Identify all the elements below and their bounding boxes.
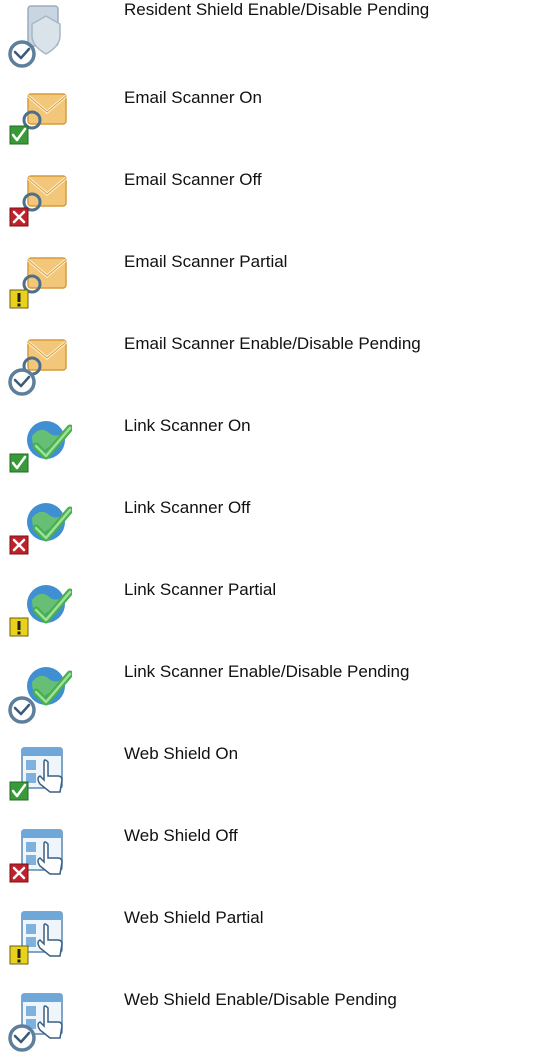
legend-label: Email Scanner Partial (124, 252, 288, 271)
legend-item-email-scanner-pending: Email Scanner Enable/Disable Pending (0, 328, 556, 396)
legend-label: Email Scanner Enable/Disable Pending (124, 334, 421, 353)
legend-label: Web Shield On (124, 744, 239, 763)
legend-label: Email Scanner Off (124, 170, 262, 189)
resident-shield-pending-icon (6, 2, 72, 68)
legend-label: Link Scanner On (124, 416, 251, 435)
link-scanner-on-icon (6, 412, 72, 478)
legend-label: Link Scanner Enable/Disable Pending (124, 662, 410, 681)
email-scanner-pending-icon (6, 330, 72, 396)
link-scanner-pending-icon (6, 658, 72, 724)
web-shield-off-icon (6, 822, 72, 888)
email-scanner-on-icon (6, 84, 72, 150)
legend-item-web-shield-on: Web Shield On (0, 738, 556, 801)
legend-item-web-shield-pending: Web Shield Enable/Disable Pending (0, 984, 556, 1052)
legend-label: Link Scanner Off (124, 498, 251, 517)
email-scanner-partial-icon (6, 248, 72, 314)
legend-item-email-scanner-partial: Email Scanner Partial (0, 246, 556, 309)
web-shield-on-icon (6, 740, 72, 806)
legend-item-link-scanner-partial: Link Scanner Partial (0, 574, 556, 637)
legend-item-resident-shield-pending: Resident Shield Enable/Disable Pending (0, 0, 556, 68)
legend-item-link-scanner-off: Link Scanner Off (0, 492, 556, 555)
web-shield-pending-icon (6, 986, 72, 1052)
legend-label: Email Scanner On (124, 88, 262, 107)
legend-label: Resident Shield Enable/Disable Pending (124, 0, 430, 19)
email-scanner-off-icon (6, 166, 72, 232)
web-shield-partial-icon (6, 904, 72, 970)
legend-item-web-shield-off: Web Shield Off (0, 820, 556, 883)
legend-label: Web Shield Partial (124, 908, 264, 927)
legend-item-link-scanner-on: Link Scanner On (0, 410, 556, 473)
legend-label: Web Shield Off (124, 826, 238, 845)
legend-item-link-scanner-pending: Link Scanner Enable/Disable Pending (0, 656, 556, 724)
link-scanner-partial-icon (6, 576, 72, 642)
link-scanner-off-icon (6, 494, 72, 560)
legend-item-web-shield-partial: Web Shield Partial (0, 902, 556, 965)
legend-label: Web Shield Enable/Disable Pending (124, 990, 397, 1009)
legend-item-email-scanner-off: Email Scanner Off (0, 164, 556, 227)
legend-item-email-scanner-on: Email Scanner On (0, 82, 556, 145)
legend-label: Link Scanner Partial (124, 580, 277, 599)
